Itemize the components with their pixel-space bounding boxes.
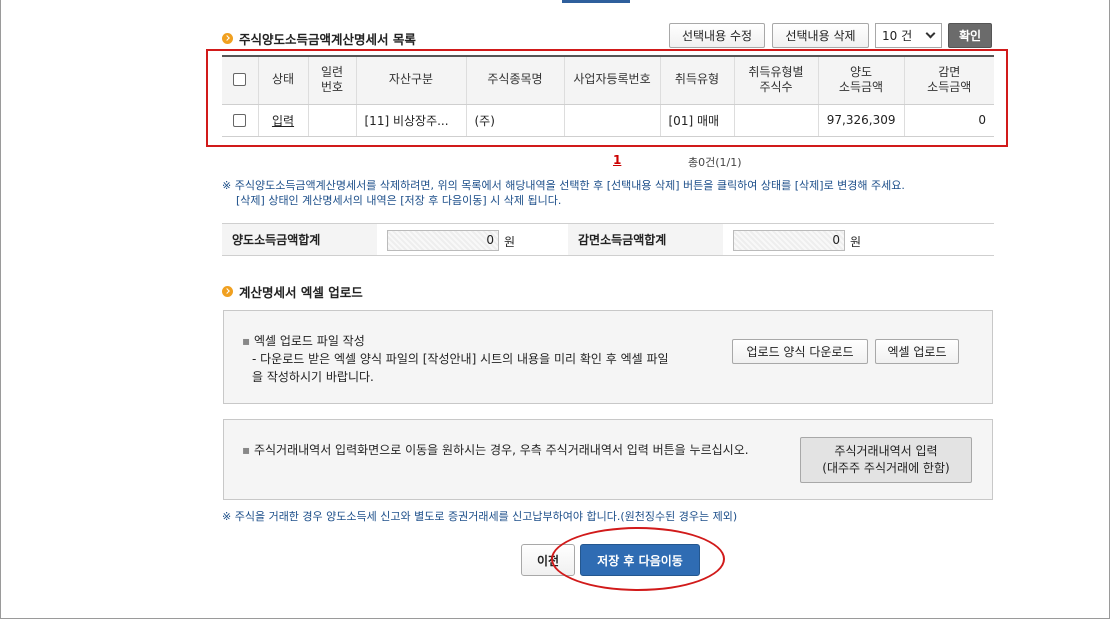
trade-entry-button[interactable]: 주식거래내역서 입력 (대주주 주식거래에 한함) xyxy=(800,437,972,483)
delete-notice-line2: [삭제] 상태인 계산명세서의 내역은 [저장 후 다음이동] 시 삭제 됩니다… xyxy=(236,194,562,207)
tax-notice: ※ 주식을 거래한 경우 양도소득세 신고와 별도로 증권거래세를 신고납부하여… xyxy=(222,510,738,523)
list-section-title: 주식양도소득금액계산명세서 목록 xyxy=(222,29,416,48)
row-stock-name: (주) xyxy=(466,104,565,137)
header-select-all[interactable] xyxy=(222,56,259,105)
trade-text: ▪ 주식거래내역서 입력화면으로 이동을 원하시는 경우, 우측 주식거래내역서… xyxy=(242,443,749,457)
row-transfer-income: 97,326,309 xyxy=(818,104,905,137)
reduced-total-label: 감면소득금액합계 xyxy=(568,224,723,255)
upload-bullet-title: ▪ 엑셀 업로드 파일 작성 xyxy=(242,334,365,348)
save-next-button[interactable]: 저장 후 다음이동 xyxy=(580,544,700,576)
header-shares: 취득유형별 주식수 xyxy=(734,56,819,105)
reduced-total-value: 0 xyxy=(733,230,845,251)
square-bullet-icon: ▪ xyxy=(242,334,254,348)
table-row: 입력 [11] 비상장주... (주) [01] 매매 97,326,309 0 xyxy=(222,104,994,137)
header-asset-type: 자산구분 xyxy=(356,56,467,105)
row-serial xyxy=(308,104,357,137)
chevron-down-icon xyxy=(925,28,936,39)
confirm-button[interactable]: 확인 xyxy=(948,23,992,48)
bullet-icon xyxy=(222,286,233,297)
header-status: 상태 xyxy=(258,56,309,105)
transfer-total-value: 0 xyxy=(387,230,499,251)
header-transfer-income: 양도 소득금액 xyxy=(818,56,905,105)
row-business-no xyxy=(564,104,661,137)
upload-desc-line2: 을 작성하시기 바랍니다. xyxy=(252,370,374,384)
download-template-button[interactable]: 업로드 양식 다운로드 xyxy=(732,339,868,364)
total-count: 총0건(1/1) xyxy=(688,156,742,169)
header-acquisition-type: 취득유형 xyxy=(660,56,735,105)
header-reduced-income: 감면 소득금액 xyxy=(904,56,994,105)
row-shares xyxy=(734,104,819,137)
page-size-value: 10 건 xyxy=(882,29,913,43)
row-checkbox[interactable] xyxy=(233,114,247,127)
header-serial: 일련 번호 xyxy=(308,56,357,105)
edit-selected-button[interactable]: 선택내용 수정 xyxy=(669,23,765,48)
bullet-icon xyxy=(222,33,233,44)
header-business-no: 사업자등록번호 xyxy=(564,56,661,105)
row-reduced-income: 0 xyxy=(904,104,994,137)
page-size-select[interactable]: 10 건 xyxy=(875,23,942,48)
select-all-checkbox[interactable] xyxy=(233,73,247,87)
reduced-total-unit: 원 xyxy=(850,235,862,249)
trade-panel: ▪ 주식거래내역서 입력화면으로 이동을 원하시는 경우, 우측 주식거래내역서… xyxy=(223,419,993,500)
upload-panel: ▪ 엑셀 업로드 파일 작성 - 다운로드 받은 엑셀 양식 파일의 [작성안내… xyxy=(223,310,993,404)
totals-row: 양도소득금액합계 0 원 감면소득금액합계 0 원 xyxy=(222,223,994,256)
status-link[interactable]: 입력 xyxy=(272,114,294,128)
row-status-cell[interactable]: 입력 xyxy=(258,104,309,137)
table-header-row: 상태 일련 번호 자산구분 주식종목명 사업자등록번호 취득유형 취득유형별 주… xyxy=(222,56,994,105)
transfer-total-label: 양도소득금액합계 xyxy=(222,224,377,255)
statement-list-table: 상태 일련 번호 자산구분 주식종목명 사업자등록번호 취득유형 취득유형별 주… xyxy=(222,55,994,137)
delete-notice-line1: ※ 주식양도소득금액계산명세서를 삭제하려면, 위의 목록에서 해당내역을 선택… xyxy=(222,179,905,192)
excel-upload-button[interactable]: 엑셀 업로드 xyxy=(875,339,959,364)
delete-selected-button[interactable]: 선택내용 삭제 xyxy=(772,23,869,48)
square-bullet-icon: ▪ xyxy=(242,443,254,457)
page-link-current[interactable]: 1 xyxy=(613,153,621,167)
top-tab-stub xyxy=(562,0,630,3)
prev-button[interactable]: 이전 xyxy=(521,544,575,576)
upload-section-title: 계산명세서 엑셀 업로드 xyxy=(222,282,363,301)
row-acquisition-type: [01] 매매 xyxy=(660,104,735,137)
row-checkbox-cell[interactable] xyxy=(222,104,259,137)
upload-desc-line1: - 다운로드 받은 엑셀 양식 파일의 [작성안내] 시트의 내용을 미리 확인… xyxy=(252,352,669,366)
transfer-total-unit: 원 xyxy=(504,235,516,249)
header-stock-name: 주식종목명 xyxy=(466,56,565,105)
row-asset-type: [11] 비상장주... xyxy=(356,104,467,137)
